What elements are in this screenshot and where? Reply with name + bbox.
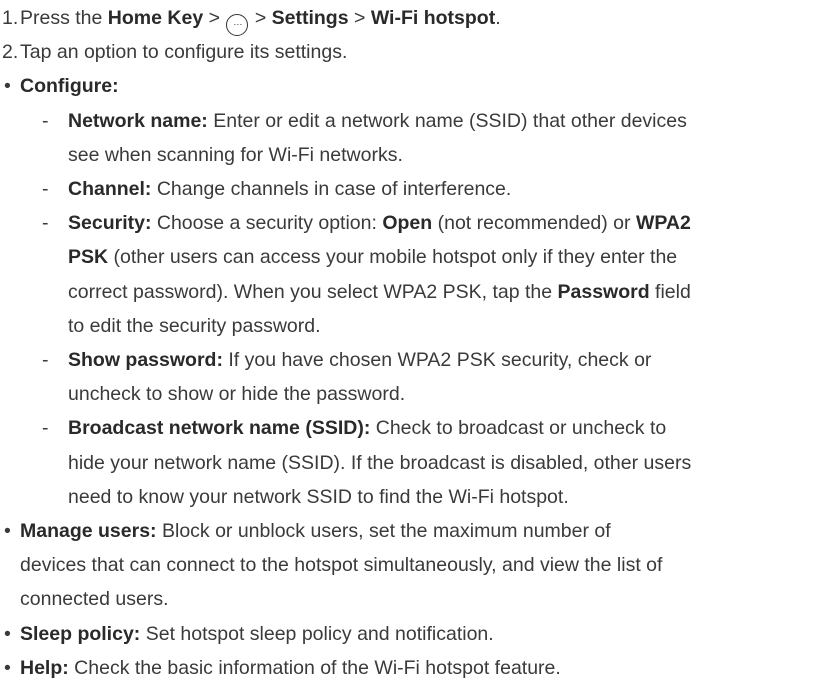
text-run: Check to broadcast or uncheck to xyxy=(370,417,667,440)
document-page: 1. Press the Home Key > ⋯ > Settings > Wi… xyxy=(0,0,814,679)
text-run: hide your network name (SSID). If the br… xyxy=(68,451,692,474)
sub-item-line-marker: - xyxy=(42,349,49,371)
line-text: Security: Choose a security option: Open… xyxy=(68,212,691,234)
text-run: uncheck to show or hide the password. xyxy=(68,383,406,406)
text-run: . xyxy=(495,7,501,29)
text-run: see when scanning for Wi-Fi networks. xyxy=(68,143,403,166)
bold-term: Home Key xyxy=(107,7,204,29)
line-text: Channel: Change channels in case of inte… xyxy=(68,178,511,200)
line-text: to edit the security password. xyxy=(68,315,321,337)
text-run: (not recommended) or xyxy=(432,212,636,235)
line-text: see when scanning for Wi-Fi networks. xyxy=(68,144,403,166)
text-run: correct password). When you select WPA2 … xyxy=(68,280,558,303)
bold-term: Settings xyxy=(271,7,349,29)
text-run: devices that can connect to the hotspot … xyxy=(20,554,663,577)
text-run: Tap an option to configure its settings. xyxy=(20,41,348,64)
sub-item-line-marker: - xyxy=(42,109,49,132)
text-run: Choose a security option: xyxy=(151,212,383,235)
bold-term: Configure: xyxy=(20,75,119,98)
bullet-item-line-marker: • xyxy=(4,656,11,679)
line-text: Broadcast network name (SSID): Check to … xyxy=(68,417,666,439)
sub-item-line-marker: - xyxy=(42,178,49,200)
text-run: Block or unblock users, set the maximum … xyxy=(156,520,611,542)
text-run: connected users. xyxy=(20,588,169,611)
bold-term: Security: xyxy=(68,212,152,235)
sub-item-line-marker: - xyxy=(42,417,49,440)
text-run: Press the xyxy=(20,7,108,29)
line-text: uncheck to show or hide the password. xyxy=(68,383,405,405)
text-run: Check the basic information of the Wi-Fi… xyxy=(68,656,561,679)
text-run: field xyxy=(649,280,691,303)
sub-item-line-marker: - xyxy=(42,212,49,235)
line-text: need to know your network SSID to find t… xyxy=(68,486,569,508)
text-run: Change channels in case of interference. xyxy=(151,178,512,200)
bold-term: PSK xyxy=(68,246,109,269)
bold-term: Password xyxy=(557,280,650,303)
text-run: to edit the security password. xyxy=(68,314,321,337)
text-run: > xyxy=(249,7,272,29)
bold-term: Manage users: xyxy=(20,520,157,542)
bold-term: Broadcast network name (SSID): xyxy=(68,417,371,440)
line-text: Network name: Enter or edit a network na… xyxy=(68,110,687,132)
line-text: Help: Check the basic information of the… xyxy=(20,657,561,679)
apps-icon: ⋯ xyxy=(226,13,249,36)
bold-term: Network name: xyxy=(68,109,208,132)
text-run: Enter or edit a network name (SSID) that… xyxy=(207,109,687,132)
line-text: PSK (other users can access your mobile … xyxy=(68,246,677,268)
bold-term: WPA2 xyxy=(635,212,691,235)
line-text: connected users. xyxy=(20,588,169,610)
line-text: Configure: xyxy=(20,75,119,97)
bullet-item-line-marker: • xyxy=(4,520,11,542)
line-text: hide your network name (SSID). If the br… xyxy=(68,452,691,474)
line-text: Press the Home Key > ⋯ > Settings > Wi-F… xyxy=(20,7,501,36)
step-item-marker: 2. xyxy=(2,41,19,64)
bold-term: Show password: xyxy=(68,349,223,371)
bold-term: Wi-Fi hotspot xyxy=(370,7,496,29)
line-text: devices that can connect to the hotspot … xyxy=(20,554,662,576)
text-run: > xyxy=(348,7,371,29)
line-text: Manage users: Block or unblock users, se… xyxy=(20,520,611,542)
line-text: Show password: If you have chosen WPA2 P… xyxy=(68,349,651,371)
bold-term: Open xyxy=(382,212,433,235)
text-run: > xyxy=(203,7,226,29)
step-item-marker: 1. xyxy=(2,7,19,29)
text-run: If you have chosen WPA2 PSK security, ch… xyxy=(222,349,652,371)
bullet-item-marker: • xyxy=(4,75,11,98)
bold-term: Help: xyxy=(20,656,69,679)
text-run: (other users can access your mobile hots… xyxy=(108,246,678,269)
text-run: need to know your network SSID to find t… xyxy=(68,485,569,508)
bold-term: Channel: xyxy=(68,178,152,200)
line-text: correct password). When you select WPA2 … xyxy=(68,281,691,303)
line-text: Tap an option to configure its settings. xyxy=(20,41,347,63)
